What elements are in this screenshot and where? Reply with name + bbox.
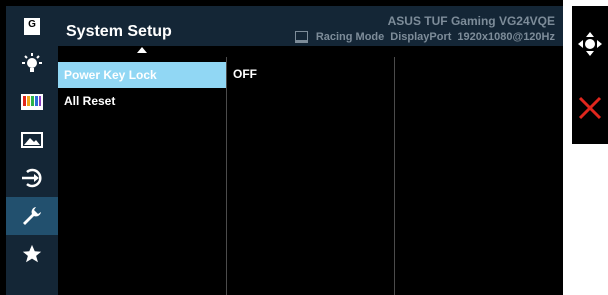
wrench-icon	[22, 206, 42, 226]
menu-column: Power Key Lock All Reset	[58, 57, 226, 295]
sidebar-item-gameplus[interactable]: G	[6, 8, 58, 44]
sidebar-item-color[interactable]	[6, 84, 58, 120]
dpad-icon	[577, 31, 603, 57]
detail-column	[394, 57, 564, 295]
sidebar-item-myfavorite[interactable]	[6, 236, 58, 272]
sidebar: G	[6, 6, 58, 295]
image-icon	[21, 132, 43, 148]
g-icon: G	[24, 17, 40, 35]
mode-label: Racing Mode	[315, 31, 385, 43]
sidebar-item-brightness[interactable]	[6, 46, 58, 82]
input-icon	[21, 168, 43, 188]
osd-menu: G System Setup ASUS TUF Gaming VG24VQE R…	[0, 0, 563, 295]
menu-item-all-reset[interactable]: All Reset	[58, 88, 226, 114]
menu-item-power-key-lock[interactable]: Power Key Lock	[58, 62, 226, 88]
resolution-label: 1920x1080@120Hz	[457, 31, 555, 43]
sidebar-item-input-select[interactable]	[6, 160, 58, 196]
option-value[interactable]: OFF	[233, 67, 257, 81]
value-column: OFF	[226, 57, 395, 295]
close-button[interactable]	[572, 94, 608, 122]
close-icon	[578, 96, 602, 120]
sidebar-item-image[interactable]	[6, 122, 58, 158]
navigate-button[interactable]	[572, 26, 608, 62]
scroll-up-icon	[137, 47, 147, 53]
model-name: ASUS TUF Gaming VG24VQE	[387, 14, 555, 28]
page-title: System Setup	[66, 23, 172, 40]
brightness-icon	[20, 52, 44, 76]
monitor-icon	[294, 31, 308, 43]
status-bar: Racing Mode DisplayPort 1920x1080@120Hz	[294, 31, 555, 43]
menu-item-label: All Reset	[64, 94, 116, 108]
nav-panel	[572, 6, 608, 144]
menu-item-label: Power Key Lock	[64, 68, 157, 82]
input-label: DisplayPort	[390, 31, 452, 43]
color-bars-icon	[21, 94, 43, 110]
star-icon	[21, 243, 43, 265]
sidebar-item-system-setup[interactable]	[6, 197, 58, 235]
header: System Setup ASUS TUF Gaming VG24VQE Rac…	[58, 6, 563, 46]
